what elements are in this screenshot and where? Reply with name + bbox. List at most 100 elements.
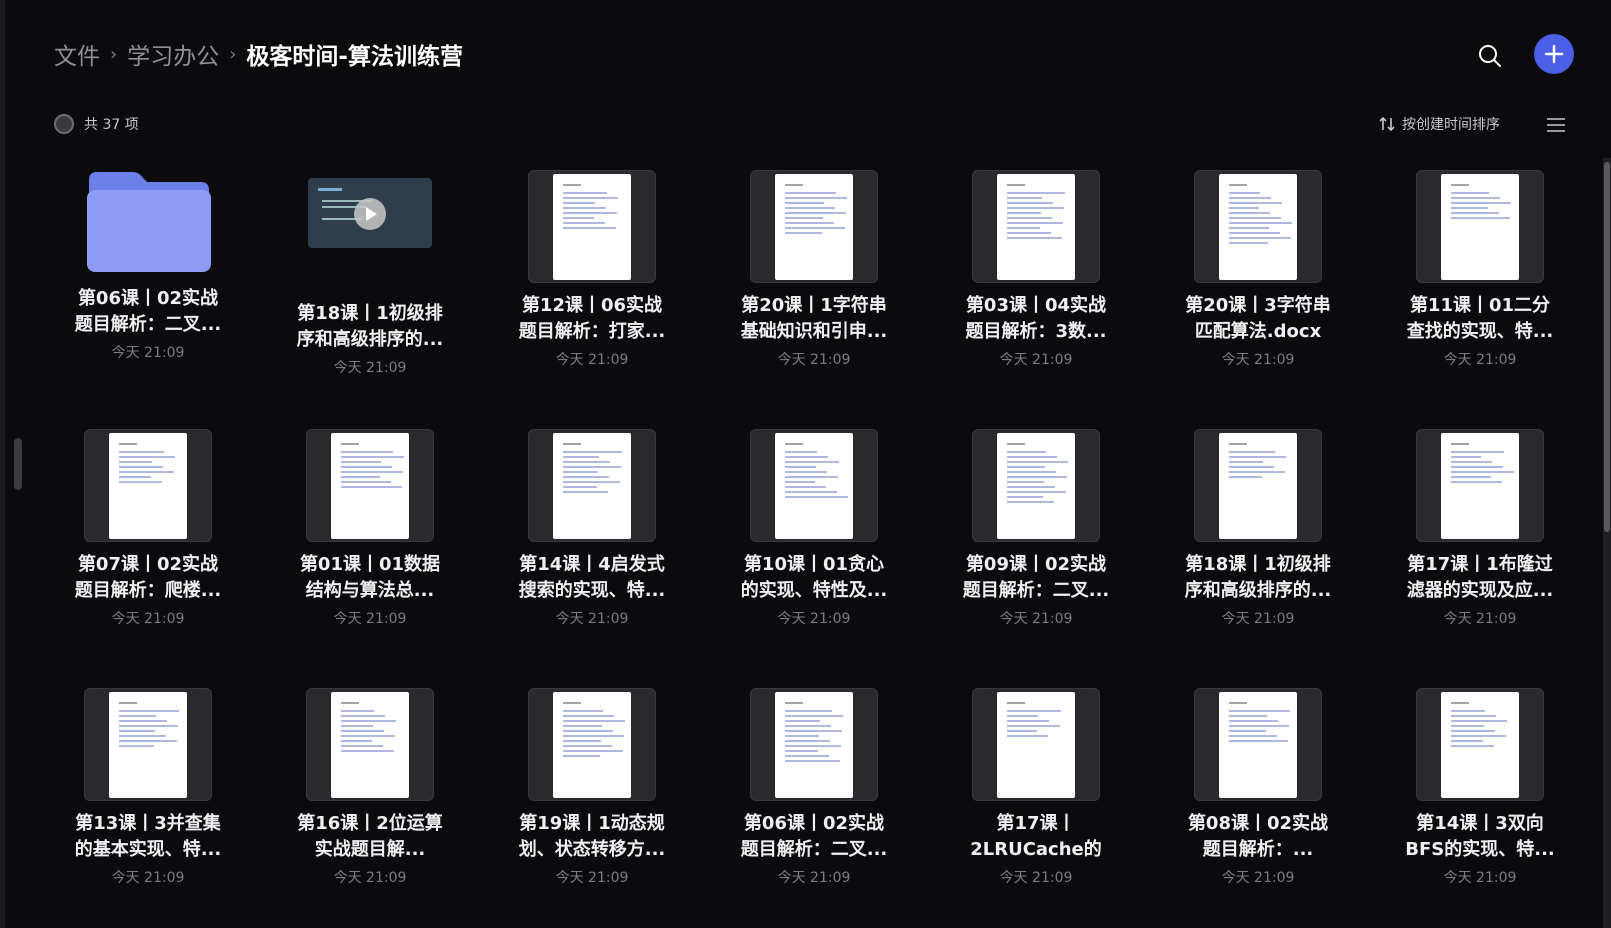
view-toggle-button[interactable]: [1546, 116, 1566, 134]
file-item[interactable]: 第19课丨1动态规 划、状态转移方... 今天 21:09: [512, 688, 672, 887]
list-toolbar: 共 37 项: [54, 114, 139, 134]
file-item[interactable]: 第13课丨3并查集 的基本实现、特... 今天 21:09: [68, 688, 228, 887]
breadcrumb: 文件 › 学习办公 › 极客时间-算法训练营: [54, 34, 463, 74]
search-button[interactable]: [1474, 40, 1506, 72]
select-all-checkbox[interactable]: [54, 114, 74, 134]
file-date: 今天 21:09: [1443, 870, 1517, 886]
file-name-line: 第17课丨1布隆过: [1407, 554, 1553, 575]
file-name: 第06课丨02实战 题目解析：二叉...: [734, 811, 894, 863]
scrollbar-thumb[interactable]: [1604, 162, 1610, 532]
file-name-line: 的实现、特性及...: [740, 580, 888, 601]
page-title: 极客时间-算法训练营: [246, 44, 463, 70]
file-name-line: 2LRUCache的实..: [970, 839, 1102, 860]
file-item[interactable]: 第07课丨02实战 题目解析：爬楼... 今天 21:09: [68, 429, 228, 628]
file-date: 今天 21:09: [111, 345, 185, 361]
file-name-line: 第17课丨: [996, 813, 1076, 834]
file-date: 今天 21:09: [555, 352, 629, 368]
file-item[interactable]: 第20课丨3字符串 匹配算法.docx 今天 21:09: [1178, 170, 1338, 369]
file-date: 今天 21:09: [777, 611, 851, 627]
file-name-line: 滤器的实现及应...: [1406, 580, 1554, 601]
file-item[interactable]: 第11课丨01二分 查找的实现、特... 今天 21:09: [1400, 170, 1560, 369]
document-icon: [1441, 692, 1519, 798]
file-date: 今天 21:09: [333, 360, 407, 376]
file-item[interactable]: 第18课丨1初级排 序和高级排序的... 今天 21:09: [290, 170, 450, 377]
file-item[interactable]: 第14课丨4启发式 搜索的实现、特... 今天 21:09: [512, 429, 672, 628]
sidebar-resize-handle[interactable]: [14, 438, 22, 490]
file-item[interactable]: 第06课丨02实战 题目解析：二叉... 今天 21:09: [734, 688, 894, 887]
file-item[interactable]: 第17课丨1布隆过 滤器的实现及应... 今天 21:09: [1400, 429, 1560, 628]
file-name: 第07课丨02实战 题目解析：爬楼...: [68, 552, 228, 604]
document-icon: [1441, 433, 1519, 539]
file-date: 今天 21:09: [555, 870, 629, 886]
plus-icon: [1544, 44, 1564, 64]
file-item[interactable]: 第10课丨01贪心 的实现、特性及... 今天 21:09: [734, 429, 894, 628]
document-icon: [1219, 433, 1297, 539]
file-item[interactable]: 第17课丨 2LRUCache的实.. 今天 21:09: [956, 688, 1116, 887]
sort-button[interactable]: 按创建时间排序: [1378, 114, 1500, 134]
file-name-line: 第14课丨3双向: [1416, 813, 1544, 834]
file-name: 第18课丨1初级排 序和高级排序的...: [1178, 552, 1338, 604]
file-name: 第18课丨1初级排 序和高级排序的...: [290, 301, 450, 353]
file-item[interactable]: 第16课丨2位运算 实战题目解... 今天 21:09: [290, 688, 450, 887]
file-name: 第20课丨1字符串 基础知识和引申...: [734, 293, 894, 345]
file-name-line: 的基本实现、特...: [74, 839, 222, 860]
document-icon: [997, 692, 1075, 798]
file-date: 今天 21:09: [1443, 611, 1517, 627]
document-thumbnail: [528, 688, 656, 801]
file-name-line: 第10课丨01贪心: [743, 554, 885, 575]
file-name: 第01课丨01数据 结构与算法总...: [290, 552, 450, 604]
file-name-line: 题目解析：...: [1202, 839, 1314, 860]
document-thumbnail: [306, 688, 434, 801]
file-name-line: 题目解析：二叉...: [740, 839, 888, 860]
document-icon: [109, 692, 187, 798]
document-icon: [553, 433, 631, 539]
file-date: 今天 21:09: [333, 611, 407, 627]
file-item[interactable]: 第14课丨3双向 BFS的实现、特... 今天 21:09: [1400, 688, 1560, 887]
breadcrumb-root[interactable]: 文件: [54, 37, 100, 71]
file-date: 今天 21:09: [1221, 352, 1295, 368]
document-thumbnail: [750, 170, 878, 283]
breadcrumb-parent[interactable]: 学习办公: [127, 37, 219, 71]
file-item[interactable]: 第06课丨02实战 题目解析：二叉... 今天 21:09: [68, 170, 228, 362]
file-date: 今天 21:09: [777, 870, 851, 886]
file-name: 第12课丨06实战 题目解析：打家...: [512, 293, 672, 345]
file-name-line: 第12课丨06实战: [521, 295, 663, 316]
file-name: 第17课丨1布隆过 滤器的实现及应...: [1400, 552, 1560, 604]
file-name-line: 第14课丨4启发式: [519, 554, 665, 575]
file-name-line: 第20课丨1字符串: [741, 295, 887, 316]
document-thumbnail: [1194, 429, 1322, 542]
file-item[interactable]: 第12课丨06实战 题目解析：打家... 今天 21:09: [512, 170, 672, 369]
file-name: 第10课丨01贪心 的实现、特性及...: [734, 552, 894, 604]
document-thumbnail: [84, 688, 212, 801]
file-name-line: 题目解析：二叉...: [962, 580, 1110, 601]
file-name: 第09课丨02实战 题目解析：二叉...: [956, 552, 1116, 604]
sort-icon: [1379, 116, 1395, 132]
file-item[interactable]: 第20课丨1字符串 基础知识和引申... 今天 21:09: [734, 170, 894, 369]
add-button[interactable]: [1534, 34, 1574, 74]
sort-label: 按创建时间排序: [1402, 117, 1500, 133]
file-item[interactable]: 第08课丨02实战 题目解析：... 今天 21:09: [1178, 688, 1338, 887]
file-name-line: 查找的实现、特...: [1406, 321, 1554, 342]
file-item[interactable]: 第18课丨1初级排 序和高级排序的... 今天 21:09: [1178, 429, 1338, 628]
file-name-line: 第06课丨02实战: [743, 813, 885, 834]
file-name-line: 题目解析：3数...: [965, 321, 1107, 342]
file-name-line: 第20课丨3字符串: [1185, 295, 1331, 316]
file-name-line: 划、状态转移方...: [518, 839, 666, 860]
file-name-line: 序和高级排序的...: [296, 329, 444, 350]
file-name: 第14课丨4启发式 搜索的实现、特...: [512, 552, 672, 604]
file-item[interactable]: 第09课丨02实战 题目解析：二叉... 今天 21:09: [956, 429, 1116, 628]
file-item[interactable]: 第03课丨04实战 题目解析：3数... 今天 21:09: [956, 170, 1116, 369]
file-item[interactable]: 第01课丨01数据 结构与算法总... 今天 21:09: [290, 429, 450, 628]
file-name: 第08课丨02实战 题目解析：...: [1178, 811, 1338, 863]
document-icon: [109, 433, 187, 539]
file-name-line: 第08课丨02实战: [1187, 813, 1329, 834]
file-name-line: 第01课丨01数据: [299, 554, 441, 575]
document-icon: [1219, 692, 1297, 798]
search-icon: [1479, 45, 1501, 67]
document-icon: [775, 692, 853, 798]
document-icon: [331, 433, 409, 539]
video-thumbnail: [290, 178, 450, 291]
breadcrumb-separator: ›: [229, 43, 237, 65]
file-name-line: BFS的实现、特...: [1405, 839, 1555, 860]
file-name-line: 序和高级排序的...: [1184, 580, 1332, 601]
